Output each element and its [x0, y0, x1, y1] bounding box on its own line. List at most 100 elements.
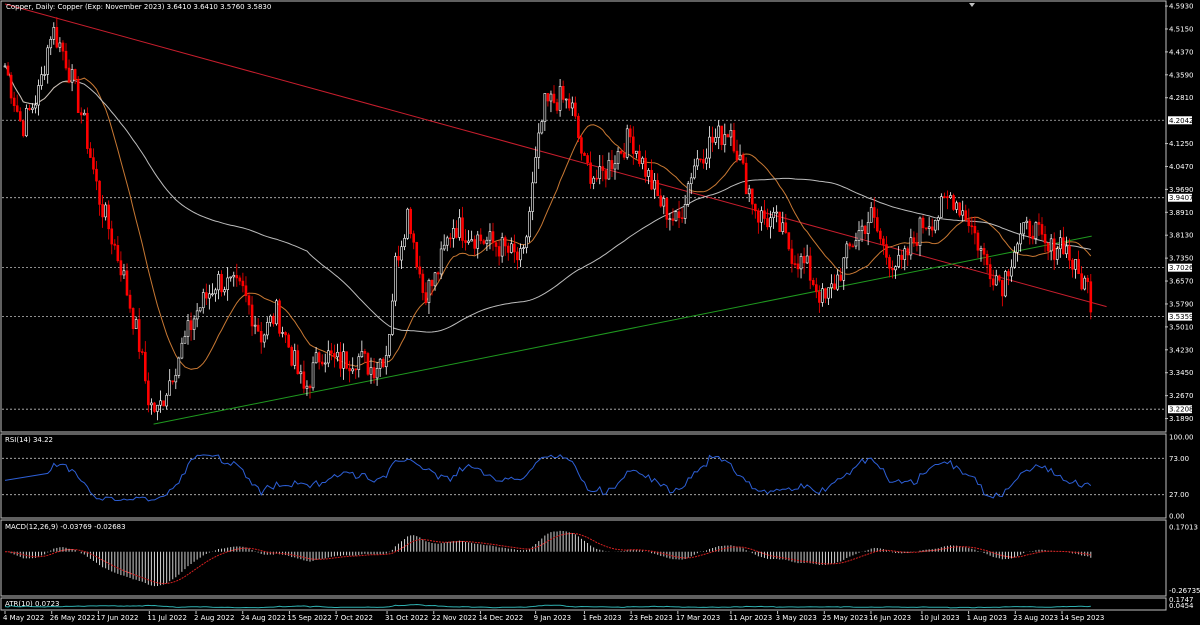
candle-body — [781, 222, 785, 232]
candle-body — [238, 277, 242, 282]
candle-body — [940, 196, 943, 218]
candle-body — [34, 104, 37, 109]
candle-body — [668, 218, 672, 221]
candle-body — [1086, 277, 1090, 282]
candle-body — [659, 195, 663, 207]
candle-body — [622, 152, 626, 158]
candle-body — [802, 256, 806, 264]
candle-body — [918, 217, 922, 246]
candle-body — [131, 308, 135, 329]
candle-body — [406, 208, 409, 239]
candle-body — [76, 79, 80, 113]
candle-body — [686, 183, 690, 205]
candle-body — [546, 93, 550, 102]
candle-body — [720, 125, 724, 146]
candle-body — [195, 310, 199, 320]
candle-body — [824, 288, 827, 299]
candle-body — [943, 196, 946, 198]
candle-body — [933, 220, 937, 231]
candle-body — [497, 246, 501, 257]
candle-body — [985, 253, 989, 265]
candle-body — [638, 150, 641, 164]
candle-body — [991, 278, 995, 286]
rsi-panel[interactable]: RSI(14) 34.22 — [0, 433, 1167, 519]
candle-body — [628, 128, 632, 138]
candle-body — [73, 69, 77, 80]
price-tick-label: 3.5010 — [1169, 323, 1194, 331]
candle-body — [552, 93, 556, 103]
candle-body — [95, 168, 98, 182]
candle-body — [769, 217, 772, 228]
candle-body — [427, 280, 431, 303]
chart-window: Copper, Daily: Copper (Exp: November 202… — [0, 0, 1200, 622]
candle-body — [262, 334, 266, 343]
time-tick-label: 23 Feb 2023 — [629, 614, 673, 622]
candle-body — [677, 211, 681, 219]
candle-body — [86, 112, 89, 149]
time-tick-label: 1 Aug 2023 — [967, 614, 1007, 622]
candle-body — [265, 322, 269, 336]
candle-body — [513, 243, 516, 253]
candle-body — [601, 166, 605, 171]
candle-body — [137, 319, 141, 352]
candle-body — [705, 157, 708, 164]
candle-body — [610, 160, 614, 170]
candle-body — [650, 170, 653, 190]
candle-body — [1046, 242, 1050, 252]
candle-body — [3, 65, 7, 68]
candle-body — [549, 93, 553, 102]
candle-body — [217, 274, 220, 291]
candle-body — [223, 289, 226, 293]
candle-body — [961, 210, 965, 216]
candle-body — [946, 196, 949, 199]
candle-body — [723, 134, 727, 146]
candle-body — [384, 355, 388, 368]
rsi-tick-label: 100.00 — [1169, 434, 1194, 442]
candle-body — [162, 400, 165, 407]
candle-body — [900, 254, 904, 260]
candle-body — [958, 202, 961, 216]
candle-body — [912, 237, 916, 243]
time-tick-label: 4 May 2022 — [3, 614, 44, 622]
candle-body — [1071, 259, 1074, 270]
candle-body — [1019, 233, 1022, 245]
time-tick-label: 2 Aug 2022 — [194, 614, 234, 622]
candle-body — [159, 400, 162, 406]
price-tick-label: 4.1250 — [1169, 140, 1194, 148]
candle-body — [235, 275, 239, 279]
candle-body — [21, 120, 25, 137]
candle-body — [205, 292, 208, 299]
candle-body — [885, 244, 888, 258]
candle-body — [839, 274, 843, 281]
candle-body — [314, 352, 318, 364]
candle-body — [400, 246, 403, 261]
candle-body — [482, 240, 486, 244]
atr-tick-label: 0.0454 — [1169, 602, 1194, 610]
candle-body — [323, 362, 327, 365]
candle-body — [988, 264, 992, 280]
candle-body — [567, 98, 571, 109]
candle-body — [308, 385, 312, 389]
candle-body — [64, 50, 68, 69]
price-panel[interactable]: Copper, Daily: Copper (Exp: November 202… — [0, 0, 1167, 433]
candle-body — [61, 42, 65, 52]
price-tick-label: 3.7350 — [1169, 255, 1194, 263]
candle-body — [955, 202, 958, 210]
candle-body — [613, 163, 617, 170]
candle-body — [616, 151, 620, 164]
candle-body — [372, 367, 376, 379]
time-tick-label: 14 Dec 2022 — [478, 614, 523, 622]
candle-body — [558, 85, 562, 111]
candle-body — [1037, 222, 1041, 225]
candle-body — [409, 208, 412, 235]
candle-body — [418, 266, 422, 275]
candle-body — [1004, 271, 1007, 297]
macd-panel[interactable]: MACD(12,26,9) -0.03769 -0.02683 — [0, 519, 1167, 597]
candle-body — [208, 293, 211, 299]
macd-title: MACD(12,26,9) -0.03769 -0.02683 — [5, 523, 126, 531]
candle-body — [311, 362, 315, 389]
chart-title: Copper, Daily: Copper (Exp: November 202… — [6, 3, 271, 11]
candle-body — [872, 207, 876, 218]
candle-body — [256, 324, 260, 332]
atr-panel[interactable]: ATR(10) 0.0723 — [0, 597, 1167, 611]
